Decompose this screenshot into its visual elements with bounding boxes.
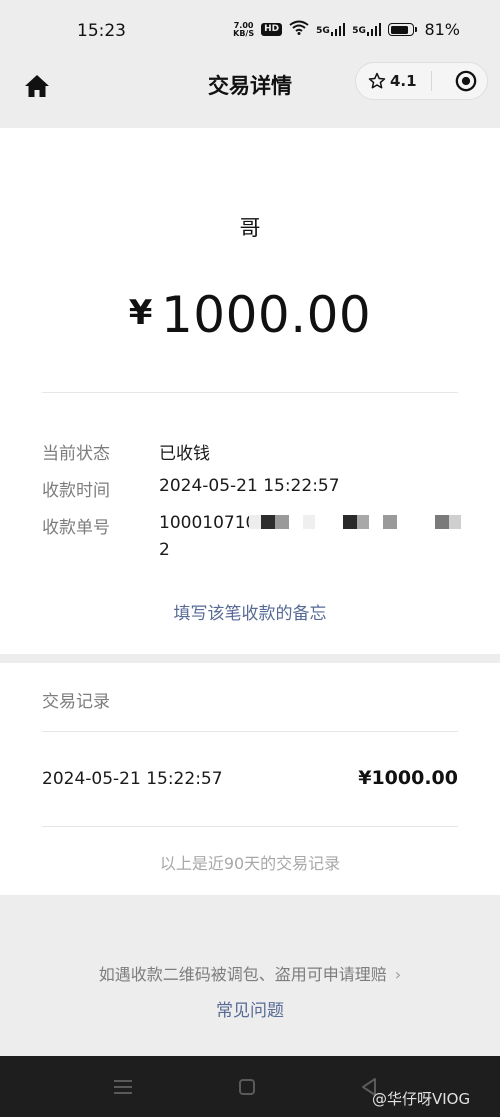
- signal-2-label: 5G: [352, 26, 366, 36]
- detail-label: 收款时间: [42, 481, 110, 501]
- rating-value: 4.1: [390, 72, 417, 90]
- divider: [42, 826, 458, 827]
- nav-bar: 交易详情 4.1: [0, 62, 500, 128]
- target-icon: [455, 70, 477, 92]
- record-time: 2024-05-21 15:22:57: [42, 769, 223, 789]
- capsule-divider: [431, 71, 432, 91]
- status-time: 15:23: [77, 21, 126, 41]
- hd-badge: HD: [261, 23, 283, 36]
- star-icon: [368, 72, 386, 89]
- cellular-signal-1-icon: 5G: [316, 23, 346, 36]
- detail-value: 已收钱: [159, 444, 210, 464]
- transaction-records-card: 交易记录 2024-05-21 15:22:57 ¥1000.00 以上是近90…: [0, 663, 500, 895]
- menu-icon: [114, 1080, 132, 1094]
- wifi-icon: [289, 20, 309, 39]
- records-range-note: 以上是近90天的交易记录: [159, 854, 341, 873]
- detail-value: 2024-05-21 15:22:57: [159, 476, 340, 496]
- record-amount: ¥1000.00: [358, 767, 458, 789]
- records-title: 交易记录: [42, 692, 110, 712]
- add-remark-link[interactable]: 填写该笔收款的备忘: [0, 599, 500, 624]
- miniprogram-capsule: 4.1: [355, 62, 488, 100]
- status-bar: 15:23 7.00 KB/S HD 5G 5G 81%: [0, 0, 500, 62]
- detail-label: 当前状态: [42, 444, 110, 464]
- network-speed: 7.00 KB/S: [233, 21, 255, 38]
- detail-label: 收款单号: [42, 518, 110, 538]
- status-icons: 7.00 KB/S HD 5G 5G 81%: [233, 20, 460, 39]
- transaction-amount: ¥1000.00: [0, 286, 500, 344]
- network-speed-unit: KB/S: [233, 28, 255, 38]
- fraud-claim-text: 如遇收款二维码被调包、盗用可申请理赔: [98, 965, 387, 984]
- amount-value: 1000.00: [160, 286, 372, 344]
- detail-value-line2: 2: [159, 540, 170, 560]
- payee-name: 哥: [239, 216, 261, 240]
- battery-icon: [388, 23, 418, 36]
- redacted-mosaic: [249, 515, 461, 531]
- signal-1-label: 5G: [316, 26, 330, 36]
- cellular-signal-2-icon: 5G: [352, 23, 382, 36]
- battery-percent: 81%: [424, 20, 460, 39]
- chevron-right-icon: ›: [394, 965, 402, 984]
- menu-button[interactable]: [112, 1076, 134, 1098]
- divider: [42, 731, 458, 732]
- rating-button[interactable]: 4.1: [356, 72, 423, 90]
- square-icon: [239, 1079, 255, 1095]
- watermark: @华仔呀VIOG: [372, 1090, 471, 1108]
- home-system-button[interactable]: [236, 1076, 258, 1098]
- divider: [42, 392, 458, 393]
- faq-link[interactable]: 常见问题: [0, 996, 500, 1021]
- transaction-detail-card: 哥 ¥1000.00 当前状态 已收钱 收款时间 2024-05-21 15:2…: [0, 128, 500, 654]
- currency-symbol: ¥: [128, 293, 153, 333]
- fraud-claim-notice[interactable]: 如遇收款二维码被调包、盗用可申请理赔 ›: [0, 961, 500, 985]
- detail-row-order-number: 收款单号 1000107101 2: [42, 513, 461, 563]
- close-miniprogram-button[interactable]: [455, 70, 477, 92]
